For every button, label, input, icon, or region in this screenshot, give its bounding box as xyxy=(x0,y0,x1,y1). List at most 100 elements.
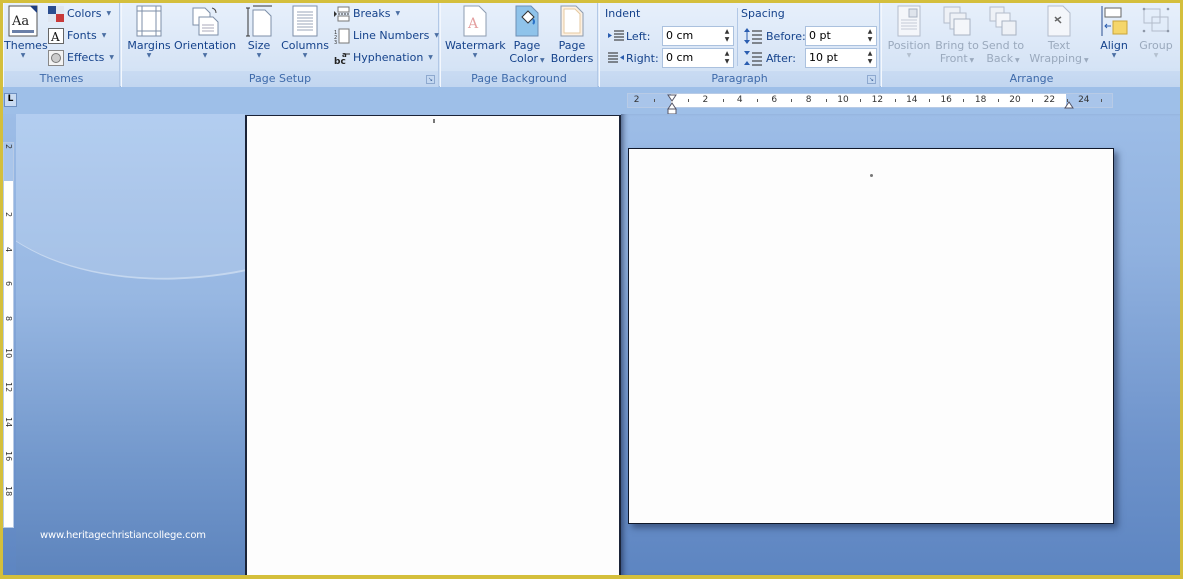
ruler-tick-label: 18 xyxy=(4,485,13,496)
svg-text:Aa: Aa xyxy=(11,14,29,29)
paragraph-divider xyxy=(737,8,738,66)
columns-label: Columns xyxy=(281,39,329,52)
chevron-down-icon: ▼ xyxy=(1013,57,1020,64)
hyphenation-button[interactable]: bc a Hyphenation ▼ xyxy=(334,48,433,68)
page-color-icon xyxy=(515,5,539,37)
spacing-after-value: 10 pt xyxy=(809,51,838,64)
page-borders-label-line1: Page xyxy=(558,39,586,52)
page-setup-dialog-launcher-icon[interactable]: ↘ xyxy=(426,75,435,84)
right-indent-marker-icon[interactable] xyxy=(1064,101,1074,109)
tab-stop-selector[interactable]: L xyxy=(4,93,17,107)
document-workspace: 2 2 4 6 8 10 12 14 16 18 www.heritagechristiancol… xyxy=(3,114,1180,575)
breaks-button[interactable]: Breaks ▼ xyxy=(334,4,400,24)
orientation-button[interactable]: Orientation ▼ xyxy=(174,5,236,60)
effects-button[interactable]: Effects ▼ xyxy=(48,48,114,68)
group-label-page-setup: Page Setup xyxy=(122,71,438,87)
spinner-arrows-icon[interactable]: ▲ ▼ xyxy=(866,50,874,66)
ruler-tick-label: 24 xyxy=(1078,95,1090,105)
chevron-down-icon: ▼ xyxy=(146,52,152,59)
chevron-down-icon: ▼ xyxy=(428,54,433,61)
spacing-before-label: Before: xyxy=(766,30,806,43)
spacing-before-value: 0 pt xyxy=(809,29,831,42)
chevron-down-icon: ▼ xyxy=(1153,52,1159,59)
paragraph-group: Indent Spacing Left: 0 cm ▲ ▼ Right: 0 cm… xyxy=(599,3,880,87)
group-label-themes: Themes xyxy=(4,71,119,87)
hyphenation-icon: bc a xyxy=(334,51,350,66)
word-window: Aa Themes ▼ Colors ▼ A Fonts ▼ Effects ▼… xyxy=(3,3,1180,575)
vertical-ruler[interactable]: 2 2 4 6 8 10 12 14 16 18 xyxy=(3,142,14,528)
orientation-label: Orientation xyxy=(174,39,237,52)
ruler-tick-label: 8 xyxy=(4,315,13,321)
ruler-minor-tick xyxy=(860,99,862,102)
ruler-tick-label: 2 xyxy=(702,95,709,105)
chevron-down-icon: ▼ xyxy=(906,52,912,59)
chevron-down-icon: ▼ xyxy=(106,10,112,17)
spinner-arrows-icon[interactable]: ▲ ▼ xyxy=(723,50,731,66)
indent-right-spinner[interactable]: 0 cm ▲ ▼ xyxy=(662,48,734,68)
chevron-down-icon: ▼ xyxy=(395,10,401,17)
ruler-tick-label: 14 xyxy=(4,416,13,427)
margins-button[interactable]: Margins ▼ xyxy=(126,5,172,60)
chevron-down-icon: ▼ xyxy=(1082,57,1089,64)
ruler-minor-tick xyxy=(997,99,999,102)
watermark-button[interactable]: A Watermark ▼ xyxy=(445,5,506,60)
ribbon: Aa Themes ▼ Colors ▼ A Fonts ▼ Effects ▼… xyxy=(3,3,1180,87)
chevron-down-icon: ▼ xyxy=(302,52,308,59)
effects-label: Effects xyxy=(67,51,105,64)
ruler-tick-label: 10 xyxy=(4,348,13,359)
spacing-heading: Spacing xyxy=(741,7,785,20)
page-background-group: A Watermark ▼ Page Color ▼ Page Borders … xyxy=(440,3,598,87)
orientation-icon xyxy=(192,7,219,36)
ruler-minor-tick xyxy=(963,99,965,102)
chevron-down-icon: ▼ xyxy=(538,57,545,64)
group-label-paragraph: Paragraph xyxy=(600,71,879,87)
align-button[interactable]: Align ▼ xyxy=(1094,5,1134,60)
page-color-button[interactable]: Page Color ▼ xyxy=(507,5,547,67)
spinner-arrows-icon[interactable]: ▲ ▼ xyxy=(723,28,731,44)
page-color-label-line2: Color ▼ xyxy=(507,52,547,67)
size-button[interactable]: Size ▼ xyxy=(240,5,278,60)
chevron-down-icon: ▼ xyxy=(256,52,262,59)
horizontal-ruler[interactable]: 2 2 4 6 8 10 12 14 16 18 20 22 24 xyxy=(627,93,1113,108)
text-wrapping-label: Wrapping xyxy=(1029,52,1083,65)
chevron-down-icon: ▼ xyxy=(101,32,107,39)
spacing-before-spinner[interactable]: 0 pt ▲ ▼ xyxy=(805,26,877,46)
line-numbers-button[interactable]: 123 Line Numbers ▼ xyxy=(334,26,439,46)
group-label-page-background: Page Background xyxy=(441,71,597,87)
group-icon xyxy=(1142,7,1170,33)
send-to-back-label-line2: Back ▼ xyxy=(980,52,1026,67)
text-cursor xyxy=(433,119,435,123)
background-swoosh xyxy=(16,114,245,325)
indent-left-label: Left: xyxy=(626,30,651,43)
text-wrapping-button[interactable]: Text Wrapping ▼ xyxy=(1028,5,1090,67)
send-to-back-button[interactable]: Send to Back ▼ xyxy=(980,5,1026,67)
chevron-down-icon: ▼ xyxy=(109,54,115,61)
size-icon xyxy=(246,5,272,37)
bring-to-front-label-line2: Front ▼ xyxy=(934,52,980,67)
position-label: Position xyxy=(887,39,931,52)
ruler-tick-label: 2 xyxy=(4,212,13,218)
page-borders-button[interactable]: Page Borders xyxy=(549,5,595,65)
margins-icon xyxy=(136,5,162,37)
paragraph-dialog-launcher-icon[interactable]: ↘ xyxy=(867,75,876,84)
ruler-tick-label: 20 xyxy=(1009,95,1021,105)
spinner-arrows-icon[interactable]: ▲ ▼ xyxy=(866,28,874,44)
themes-button[interactable]: Aa Themes ▼ xyxy=(4,5,48,60)
ruler-tick-label: 22 xyxy=(1043,95,1056,105)
group-button[interactable]: Group ▼ xyxy=(1136,5,1176,60)
position-button[interactable]: Position ▼ xyxy=(886,5,932,60)
indent-left-spinner[interactable]: 0 cm ▲ ▼ xyxy=(662,26,734,46)
fonts-button[interactable]: A Fonts ▼ xyxy=(48,26,106,46)
colors-button[interactable]: Colors ▼ xyxy=(48,4,111,24)
columns-button[interactable]: Columns ▼ xyxy=(280,5,330,60)
indent-left-icon xyxy=(608,30,624,41)
colors-label: Colors xyxy=(67,7,102,20)
spacing-after-spinner[interactable]: 10 pt ▲ ▼ xyxy=(805,48,877,68)
first-line-indent-marker-icon[interactable] xyxy=(667,94,677,116)
document-page-landscape[interactable] xyxy=(628,148,1114,524)
document-page-portrait[interactable] xyxy=(245,115,621,575)
ruler-tick-label: 4 xyxy=(736,95,743,105)
bring-to-front-button[interactable]: Bring to Front ▼ xyxy=(934,5,980,67)
line-numbers-icon: 123 xyxy=(334,28,350,44)
ruler-tick-label: 6 xyxy=(4,281,13,287)
